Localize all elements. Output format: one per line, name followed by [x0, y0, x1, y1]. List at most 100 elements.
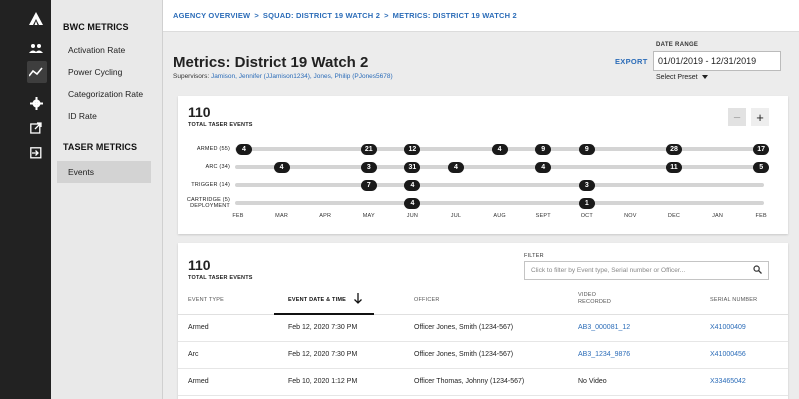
nav-item-categorization-rate[interactable]: Categorization Rate	[68, 89, 143, 99]
event-count-pill[interactable]: 3	[360, 161, 377, 173]
timeline-row-label: ARC (34)	[205, 164, 230, 170]
search-icon	[753, 265, 762, 274]
timeline-track	[235, 165, 765, 169]
month-label: DEC	[667, 213, 681, 219]
breadcrumb-agency-overview[interactable]: AGENCY OVERVIEW	[173, 11, 250, 20]
event-count-pill[interactable]: 7	[360, 179, 377, 191]
table-row-divider	[178, 395, 788, 396]
col-event-type[interactable]: EVENT TYPE	[188, 297, 224, 303]
nav-section-taser: TASER METRICS	[63, 142, 138, 152]
users-icon[interactable]	[28, 40, 44, 56]
event-count-pill[interactable]: 4	[404, 179, 421, 191]
gear-icon[interactable]	[28, 95, 44, 111]
nav-item-activation-rate[interactable]: Activation Rate	[68, 45, 125, 55]
event-count-pill[interactable]: 4	[535, 161, 552, 173]
supervisors-links[interactable]: Jamison, Jennifer (JJamison1234), Jones,…	[211, 73, 393, 80]
event-count-pill[interactable]: 12	[404, 143, 421, 155]
month-label: FEB	[232, 213, 244, 219]
breadcrumb-separator: >	[254, 11, 259, 20]
month-label: SEPT	[535, 213, 551, 219]
event-count-pill[interactable]: 31	[404, 161, 421, 173]
breadcrumb-metrics[interactable]: METRICS: DISTRICT 19 WATCH 2	[393, 11, 517, 20]
event-count-pill[interactable]: 17	[753, 143, 770, 155]
month-label: FEB	[755, 213, 767, 219]
month-label: MAY	[362, 213, 375, 219]
event-count-pill[interactable]: 4	[236, 143, 252, 155]
supervisors-line: Supervisors: Jamison, Jennifer (JJamison…	[173, 73, 393, 80]
event-count-pill[interactable]: 21	[360, 143, 377, 155]
metrics-icon[interactable]	[28, 64, 44, 80]
timeline-row-label: ARMED (55)	[196, 146, 230, 152]
table-total: 110	[188, 257, 211, 273]
event-count-pill[interactable]: 9	[535, 143, 552, 155]
timeline-track	[235, 201, 765, 205]
page-title: Metrics: District 19 Watch 2	[173, 54, 369, 71]
breadcrumb-separator: >	[384, 11, 389, 20]
event-count-pill[interactable]: 3	[578, 179, 595, 191]
nav-item-events[interactable]: Events	[57, 161, 151, 183]
preset-dropdown[interactable]: Select Preset	[656, 74, 708, 81]
video-cell: No Video	[578, 378, 607, 385]
metrics-nav: BWC METRICS Activation Rate Power Cyclin…	[51, 0, 163, 399]
event-count-pill[interactable]: 11	[666, 161, 682, 173]
preset-label: Select Preset	[656, 74, 698, 81]
serial-number-link[interactable]: X41000456	[710, 351, 746, 358]
col-officer[interactable]: OFFICER	[414, 297, 440, 303]
month-label: OCT	[580, 213, 593, 219]
event-count-pill[interactable]: 5	[753, 161, 770, 173]
nav-item-id-rate[interactable]: ID Rate	[68, 111, 97, 121]
col-event-date-time[interactable]: EVENT DATE & TIME	[288, 297, 346, 303]
nav-item-power-cycling[interactable]: Power Cycling	[68, 67, 122, 77]
event-count-pill[interactable]: 4	[448, 161, 464, 173]
event-type-cell: Arc	[188, 351, 199, 358]
nav-section-bwc: BWC METRICS	[63, 22, 129, 32]
active-sort-underline	[274, 313, 374, 315]
table-total-label: TOTAL TASER EVENTS	[188, 275, 253, 281]
date-range-label: DATE RANGE	[656, 42, 699, 48]
event-datetime-cell: Feb 12, 2020 7:30 PM	[288, 324, 358, 331]
filter-placeholder: Click to filter by Event type, Serial nu…	[531, 267, 686, 274]
month-label: JUL	[450, 213, 462, 219]
event-count-pill[interactable]: 4	[273, 161, 290, 173]
zoom-out-button[interactable]: −	[728, 108, 746, 126]
export-icon[interactable]	[28, 120, 44, 136]
serial-number-link[interactable]: X33465042	[710, 378, 746, 385]
video-link[interactable]: AB3_1234_9876	[578, 351, 630, 358]
supervisors-label: Supervisors:	[173, 73, 210, 80]
event-count-pill[interactable]: 1	[578, 197, 595, 209]
video-link[interactable]: AB3_000081_12	[578, 324, 630, 331]
logo-icon[interactable]	[28, 10, 44, 26]
event-count-pill[interactable]: 9	[578, 143, 595, 155]
logout-icon[interactable]	[28, 145, 44, 161]
export-button[interactable]: EXPORT	[615, 57, 648, 66]
event-count-pill[interactable]: 4	[404, 197, 421, 209]
filter-input[interactable]: Click to filter by Event type, Serial nu…	[524, 261, 769, 280]
table-header-divider	[178, 314, 788, 315]
month-label: MAR	[275, 213, 289, 219]
officer-cell: Officer Jones, Smith (1234-567)	[414, 324, 514, 331]
month-label: APR	[319, 213, 332, 219]
month-label: JAN	[712, 213, 724, 219]
month-label: NOV	[624, 213, 637, 219]
events-table-card: 110 TOTAL TASER EVENTS FILTER Click to f…	[178, 243, 788, 399]
date-range-input[interactable]: 01/01/2019 - 12/31/2019	[653, 51, 781, 71]
sort-desc-icon[interactable]	[354, 293, 362, 304]
event-count-pill[interactable]: 4	[491, 143, 508, 155]
serial-number-link[interactable]: X41000409	[710, 324, 746, 331]
zoom-in-button[interactable]: +	[751, 108, 769, 126]
officer-cell: Officer Jones, Smith (1234-567)	[414, 351, 514, 358]
timeline-row-label: TRIGGER (14)	[191, 182, 230, 188]
main-content: AGENCY OVERVIEW > SQUAD: DISTRICT 19 WATCH…	[163, 0, 799, 399]
nav-item-events-label: Events	[68, 167, 94, 177]
timeline-row-label-line2: DEPLOYMENT	[190, 203, 230, 209]
breadcrumb: AGENCY OVERVIEW > SQUAD: DISTRICT 19 WATCH…	[163, 0, 799, 32]
timeline-track	[235, 183, 765, 187]
col-serial-number[interactable]: SERIAL NUMBER	[710, 297, 757, 303]
event-type-cell: Armed	[188, 324, 209, 331]
event-datetime-cell: Feb 12, 2020 7:30 PM	[288, 351, 358, 358]
timeline-card: 110 TOTAL TASER EVENTS − + ARMED (55) 4 21…	[178, 96, 788, 234]
col-video-recorded[interactable]: VIDEO RECORDED	[578, 292, 614, 306]
timeline-total: 110	[188, 104, 211, 120]
event-count-pill[interactable]: 28	[666, 143, 682, 155]
breadcrumb-squad[interactable]: SQUAD: DISTRICT 19 WATCH 2	[263, 11, 380, 20]
